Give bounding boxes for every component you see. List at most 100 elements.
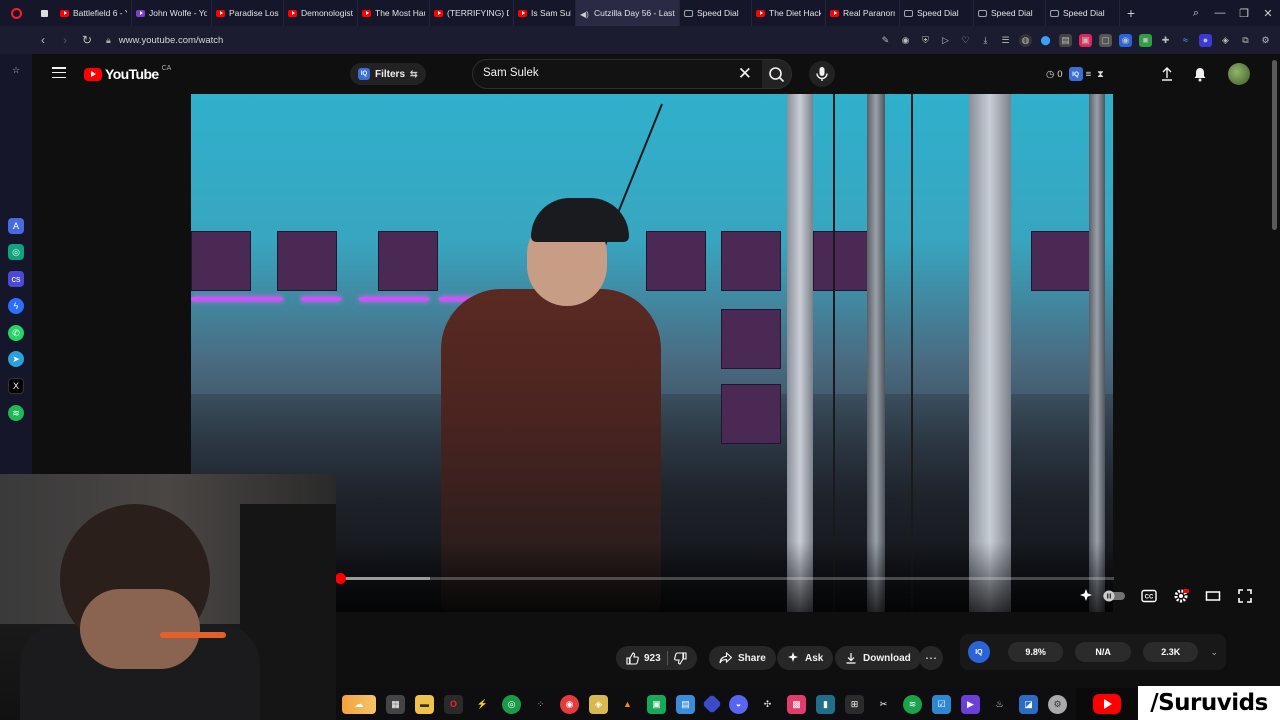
extension-blue-icon[interactable]: ⬤ (1039, 34, 1052, 47)
hamburger-menu-icon[interactable] (52, 67, 66, 78)
autoplay-toggle[interactable] (1102, 588, 1126, 604)
settings-icon[interactable]: ⚙ (1259, 34, 1272, 47)
opera-gx-icon[interactable]: O (444, 694, 463, 714)
green-app-icon[interactable]: ▣ (647, 694, 666, 714)
notifications-bell-icon[interactable] (1193, 66, 1207, 82)
tab-most-haunted[interactable]: The Most Haun (358, 0, 430, 26)
more-actions-button[interactable]: ⋯ (919, 646, 943, 670)
extension-puzzle-icon[interactable]: ✚ (1159, 34, 1172, 47)
steam-alt-icon[interactable]: ◈ (589, 694, 608, 714)
checklist-app-icon[interactable]: ☑ (932, 694, 951, 714)
vlc-icon[interactable]: ▲ (618, 695, 637, 714)
chevron-down-icon[interactable]: ⌄ (1210, 647, 1218, 658)
edit-icon[interactable]: ✎ (879, 34, 892, 47)
discord-icon[interactable]: ◒ (729, 694, 748, 714)
hourglass-button[interactable]: ⧗ (1097, 64, 1104, 84)
dislike-button[interactable] (673, 651, 687, 665)
tab-demonologist[interactable]: Demonologist (284, 0, 358, 26)
steam-icon[interactable]: ♨ (990, 695, 1009, 714)
tab-battlefield[interactable]: Battlefield 6 - Y (56, 0, 132, 26)
settings-button[interactable] (1171, 588, 1191, 604)
telegram-icon[interactable]: ➤ (8, 351, 24, 367)
filters-button[interactable]: IQ Filters ⇆ (350, 63, 426, 85)
tab-pinned[interactable] (32, 0, 56, 26)
ai-sparkle-button[interactable] (1076, 588, 1096, 604)
blue-app-icon[interactable]: ▤ (676, 694, 695, 714)
iq-menu[interactable]: IQ ≡ (1068, 64, 1091, 84)
extensions-icon[interactable]: ⧉ (1239, 34, 1252, 47)
x-icon[interactable]: X (8, 378, 24, 394)
close-window-icon[interactable]: ✕ (1256, 7, 1280, 20)
tab-paradise-lost[interactable]: Paradise Lost is (212, 0, 284, 26)
share-button[interactable]: Share (709, 646, 776, 670)
back-icon[interactable]: ‹ (32, 33, 54, 47)
extension-gear-icon[interactable]: ◈ (1219, 34, 1232, 47)
messenger-icon[interactable]: ϟ (8, 298, 24, 314)
subtitles-button[interactable]: CC (1139, 588, 1159, 604)
new-tab-button[interactable]: + (1120, 0, 1142, 26)
extension-violet-icon[interactable]: ● (1199, 33, 1212, 47)
camera-icon[interactable]: ◉ (899, 34, 912, 47)
extension-red-icon[interactable]: ▣ (1079, 33, 1092, 47)
chatgpt-icon[interactable]: ◎ (8, 244, 24, 260)
opera-menu-button[interactable] (0, 0, 32, 26)
extension-iq-icon[interactable]: ◉ (1119, 33, 1132, 47)
purple-app-icon[interactable]: ▶ (961, 694, 980, 714)
task-view-icon[interactable]: ▦ (386, 694, 405, 714)
tab-terrifying[interactable]: (TERRIFYING) D (430, 0, 514, 26)
fullscreen-button[interactable] (1235, 588, 1255, 604)
network-app-icon[interactable]: ✣ (758, 695, 777, 714)
teal-app-icon[interactable]: ▮ (816, 694, 835, 714)
grid-app-icon[interactable]: ⊞ (845, 694, 864, 714)
heart-icon[interactable]: ♡ (959, 34, 972, 47)
xbox-icon[interactable]: ◎ (502, 694, 521, 714)
spotify-icon[interactable]: ≋ (8, 405, 24, 421)
lightning-app-icon[interactable]: ⚡ (473, 695, 492, 714)
theater-mode-button[interactable] (1203, 588, 1223, 604)
spotify-taskbar-icon[interactable]: ≋ (903, 694, 922, 714)
diamond-app-icon[interactable] (702, 694, 722, 714)
player-progress-bar[interactable] (335, 573, 1114, 584)
weather-widget-icon[interactable]: ☁ (342, 694, 376, 714)
search-tabs-icon[interactable]: ⌕ (1184, 7, 1208, 20)
tab-sam-sulek[interactable]: Is Sam Sulek W (514, 0, 576, 26)
file-explorer-icon[interactable]: ▬ (415, 694, 434, 714)
like-button[interactable]: 923 (626, 651, 661, 665)
tab-diet-hacks[interactable]: The Diet Hacks (752, 0, 826, 26)
bookmarks-icon[interactable]: ☆ (8, 62, 24, 78)
tab-cutzilla-active[interactable]: ◀) Cutzilla Day 56 - Last (576, 0, 680, 26)
tab-speed-dial[interactable]: Speed Dial (680, 0, 752, 26)
reload-icon[interactable]: ↻ (76, 33, 98, 47)
voice-search-button[interactable] (809, 61, 835, 87)
tab-speed-dial[interactable]: Speed Dial (900, 0, 974, 26)
tab-speed-dial[interactable]: Speed Dial (974, 0, 1046, 26)
tab-john-wolfe[interactable]: John Wolfe - Yo (132, 0, 212, 26)
ask-button[interactable]: Ask (777, 646, 834, 670)
dots-app-icon[interactable]: ⁘ (531, 695, 550, 714)
settings-taskbar-icon[interactable]: ⚙ (1048, 694, 1067, 714)
search-button[interactable] (762, 59, 792, 89)
extension-wave-icon[interactable]: ≈ (1179, 34, 1192, 47)
extension-green-icon[interactable]: ■ (1139, 33, 1152, 47)
download-button[interactable]: Download (835, 646, 921, 670)
play-icon[interactable]: ▷ (939, 34, 952, 47)
scrollbar-thumb[interactable] (1272, 60, 1277, 230)
tab-speed-dial[interactable]: Speed Dial (1046, 0, 1120, 26)
store-app-icon[interactable]: ◪ (1019, 694, 1038, 714)
search-input[interactable] (483, 67, 723, 79)
capcut-icon[interactable]: ✂ (874, 695, 893, 714)
clear-search-icon[interactable]: ✕ (738, 65, 752, 83)
shield-icon[interactable]: ⛨ (919, 34, 932, 47)
download-icon[interactable]: ⤓ (979, 34, 992, 47)
extension-square-icon[interactable]: ▢ (1099, 33, 1112, 47)
account-avatar[interactable] (1228, 63, 1250, 85)
forward-icon[interactable]: › (54, 33, 76, 47)
timer-counter[interactable]: ◷ 0 (1046, 64, 1063, 84)
tab-real-paranormal[interactable]: Real Paranorm (826, 0, 900, 26)
aria-icon[interactable]: A (8, 218, 24, 234)
vpn-icon[interactable]: ◍ (1019, 33, 1032, 47)
whatsapp-icon[interactable]: ✆ (8, 325, 24, 341)
youtube-logo[interactable]: YouTube CA (84, 65, 171, 82)
minimize-icon[interactable]: — (1208, 7, 1232, 19)
maximize-icon[interactable]: ❐ (1232, 7, 1256, 20)
